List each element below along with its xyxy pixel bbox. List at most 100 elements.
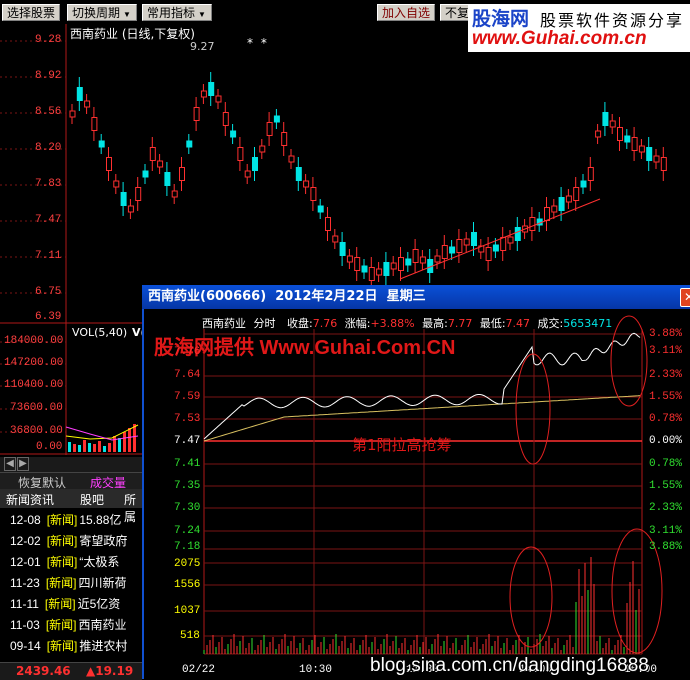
news-title: 寄望政府 — [79, 534, 128, 548]
intraday-chart — [203, 315, 663, 655]
indicator-button[interactable]: 常用指标 ▼ — [142, 4, 212, 21]
close-value: 7.76 — [312, 317, 338, 330]
price-label: 9.28 — [35, 34, 62, 46]
price-tick: 7.30 — [174, 502, 201, 514]
scroll-right-icon[interactable]: ▶ — [17, 457, 29, 471]
news-title: 近5亿资 — [77, 597, 121, 611]
news-title: 推进农村 — [79, 639, 128, 653]
price-tick: 7.64 — [174, 369, 201, 381]
indicator-label: 常用指标 — [147, 6, 196, 20]
scroll-left-icon[interactable]: ◀ — [4, 457, 16, 471]
candlestick-series — [69, 72, 667, 291]
pct-tick: 3.88% — [649, 328, 683, 340]
news-title: 15.88亿 — [79, 513, 122, 527]
time-tick: 10:30 — [299, 664, 333, 676]
price-label: 7.47 — [35, 214, 62, 226]
news-date: 11-03 — [10, 618, 40, 632]
daily-chart-title: 西南药业 (日线,下复权) — [70, 27, 195, 41]
dropdown-icon: ▼ — [198, 10, 206, 19]
price-label: 8.56 — [35, 106, 62, 118]
price-tick: 7.35 — [174, 480, 201, 492]
price-label: 8.92 — [35, 70, 62, 82]
adjust-button[interactable]: 不复 — [440, 4, 470, 21]
volume-label: 184000.00 — [4, 335, 64, 347]
volume-tick: 1037 — [174, 605, 201, 617]
pct-tick: 3.11% — [649, 525, 683, 537]
news-tab-bar: 新闻资讯 股吧 所属 — [0, 489, 142, 524]
select-stock-button[interactable]: 选择股票 — [2, 4, 60, 21]
volume-label: 73600.00 — [10, 402, 63, 414]
price-label: 8.20 — [35, 142, 62, 154]
change-label: 涨幅: — [344, 317, 371, 330]
low-value: 7.47 — [505, 317, 531, 330]
low-label: 最低: — [479, 317, 506, 330]
price-tick: 7.24 — [174, 525, 201, 537]
news-tag: [新闻] — [46, 555, 78, 569]
price-tick: 7.53 — [174, 413, 201, 425]
high-price-marker: 9.27 — [190, 40, 215, 53]
indicator-tab-bar: ◀ ▶ — [0, 457, 142, 472]
select-stock-label: 选择股票 — [7, 6, 56, 20]
news-tag: [新闻] — [46, 513, 78, 527]
news-item[interactable]: 11-03 [新闻] 西南药业 — [0, 615, 127, 635]
news-date: 11-11 — [10, 597, 39, 611]
volume-label: 110400.00 — [4, 379, 64, 391]
volume-tick: 518 — [180, 630, 200, 642]
price-tick: 7.59 — [174, 391, 201, 403]
pct-tick: 0.78% — [649, 458, 683, 470]
tab-forum[interactable]: 股吧 — [80, 491, 104, 508]
price-tick: 7.47 — [174, 435, 201, 447]
add-watchlist-button[interactable]: 加入自选 — [377, 4, 435, 21]
tab-news[interactable]: 新闻资讯 — [6, 491, 54, 508]
volume-label: 36800.00 — [10, 425, 63, 437]
news-title: “太极系 — [79, 555, 120, 569]
intraday-window-title: 西南药业(600666) 2012年2月22日 星期三 — [148, 289, 426, 304]
news-tag: [新闻] — [45, 576, 77, 590]
news-title: 西南药业 — [78, 618, 127, 632]
price-tick: 7.18 — [174, 541, 201, 553]
news-date: 09-14 — [10, 639, 41, 653]
news-item[interactable]: 12-08 [新闻] 15.88亿 — [0, 510, 121, 530]
daily-chart-panel: 西南药业 (日线,下复权) 9.27 * * 9.28 8.92 8.56 8.… — [0, 24, 690, 324]
index-status-bar: 2439.46 ▲19.19 — [0, 662, 142, 680]
close-label: 收盘: — [287, 317, 313, 330]
news-date: 11-23 — [10, 576, 40, 590]
volume-panel: VOL(5,40) V( 184000.00 147200.00 110400.… — [0, 324, 146, 455]
volume-label: 147200.00 — [4, 357, 64, 369]
news-item[interactable]: 11-23 [新闻] 四川新荷 — [0, 573, 127, 593]
news-date: 12-08 — [10, 513, 41, 527]
news-tag: [新闻] — [45, 618, 77, 632]
price-label: 7.83 — [35, 178, 62, 190]
stock-name: 西南药业 — [202, 317, 246, 330]
switch-period-button[interactable]: 切换周期 ▼ — [67, 4, 137, 21]
news-title: 四川新荷 — [78, 576, 127, 590]
annotation-text: 第1阳拉高抢筹 — [352, 436, 452, 454]
news-item[interactable]: 12-01 [新闻] “太极系 — [0, 552, 119, 572]
price-label: 6.75 — [35, 286, 62, 298]
high-label: 最高: — [422, 317, 448, 330]
pct-tick: 1.55% — [649, 480, 683, 492]
time-tick: 02/22 — [182, 664, 216, 676]
price-tick: 7.76 — [174, 346, 201, 358]
price-label: 7.11 — [35, 250, 62, 262]
adjust-label: 不复 — [445, 6, 470, 20]
event-stars: * * — [247, 36, 269, 50]
indicator-template-bar: 恢复默认 成交量 — [0, 472, 142, 490]
news-item[interactable]: 09-14 [新闻] 推进农村 — [0, 636, 127, 656]
index-change: ▲19.19 — [86, 664, 134, 678]
pct-tick: 2.33% — [649, 502, 683, 514]
pct-tick: 3.88% — [649, 541, 683, 553]
change-value: +3.88% — [370, 317, 415, 330]
news-date: 12-01 — [10, 555, 41, 569]
pct-tick: 2.33% — [649, 369, 683, 381]
volume-label: 成交: — [537, 317, 564, 330]
close-icon[interactable]: ✕ — [680, 288, 690, 307]
price-label: 6.39 — [35, 311, 62, 323]
volume-tick: 1556 — [174, 579, 201, 591]
news-tag: [新闻] — [46, 639, 78, 653]
pct-tick: 0.00% — [649, 435, 683, 447]
news-date: 12-02 — [10, 534, 41, 548]
intraday-window-titlebar[interactable]: 西南药业(600666) 2012年2月22日 星期三 ✕ — [142, 285, 690, 309]
news-item[interactable]: 12-02 [新闻] 寄望政府 — [0, 531, 127, 551]
news-item[interactable]: 11-11 [新闻] 近5亿资 — [0, 594, 120, 614]
